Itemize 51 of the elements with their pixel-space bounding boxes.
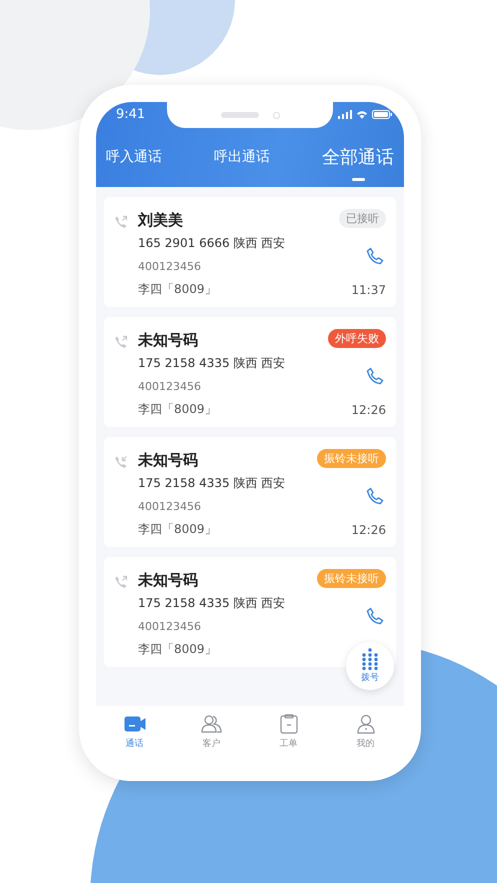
line-number: 400123456 (138, 620, 202, 633)
call-card[interactable]: 刘美美 165 2901 6666 陕西 西安 400123456 李四「8009」 已接听 11:37 (104, 197, 396, 307)
nav-item[interactable]: 工单 (272, 714, 306, 750)
tab-indicator (352, 178, 365, 180)
caller-name: 刘美美 (138, 211, 184, 230)
nav-item[interactable]: 我的 (348, 714, 382, 750)
call-card[interactable]: 未知号码 175 2158 4335 陕西 西安 400123456 李四「8009」 振铃未接听 (104, 557, 396, 667)
tab[interactable]: 呼出通话 (214, 142, 270, 172)
line-number: 400123456 (138, 260, 202, 273)
phone-icon[interactable] (366, 246, 384, 264)
tab[interactable]: 呼入通话 (106, 142, 162, 172)
camera-icon (272, 112, 280, 118)
phone-number: 175 2158 4335 陕西 西安 (138, 475, 286, 492)
phone-number: 175 2158 4335 陕西 西安 (138, 595, 286, 612)
tab[interactable]: 全部通话 (322, 138, 394, 174)
signal-icon (338, 110, 352, 118)
phone-number: 165 2901 6666 陕西 西安 (138, 235, 286, 252)
wifi-icon (356, 110, 368, 118)
agent-label: 李四「8009」 (138, 401, 218, 418)
status-badge: 已接听 (339, 209, 386, 228)
agent-label: 李四「8009」 (138, 521, 218, 538)
person-icon (354, 714, 376, 734)
battery-icon (372, 110, 392, 118)
caller-name: 未知号码 (138, 331, 199, 350)
status-badge: 外呼失败 (328, 329, 386, 348)
call-time: 12:26 (351, 403, 386, 417)
video-icon (124, 714, 146, 734)
line-number: 400123456 (138, 380, 202, 393)
status-badge: 振铃未接听 (317, 449, 386, 468)
nav-item[interactable]: 通话 (118, 714, 152, 750)
nav-item[interactable]: 客户 (194, 714, 228, 750)
line-number: 400123456 (138, 500, 202, 513)
phone-icon[interactable] (366, 486, 384, 504)
keypad-icon (361, 648, 379, 670)
agent-label: 李四「8009」 (138, 641, 218, 658)
speaker-icon (220, 112, 258, 118)
people-icon (200, 714, 222, 734)
call-card[interactable]: 未知号码 175 2158 4335 陕西 西安 400123456 李四「8009」 振铃未接听 12:26 (104, 437, 396, 547)
call-time: 11:37 (351, 283, 386, 297)
dial-button[interactable]: 拨号 (346, 642, 394, 690)
call-card[interactable]: 未知号码 175 2158 4335 陕西 西安 400123456 李四「8009」 外呼失败 12:26 (104, 317, 396, 427)
clipboard-icon (278, 714, 300, 734)
agent-label: 李四「8009」 (138, 281, 218, 298)
phone-icon[interactable] (366, 366, 384, 384)
call-time: 12:26 (351, 523, 386, 537)
phone-number: 175 2158 4335 陕西 西安 (138, 355, 286, 372)
status-badge: 振铃未接听 (317, 569, 386, 588)
status-time: 9:41 (116, 106, 146, 122)
phone-icon[interactable] (366, 606, 384, 624)
caller-name: 未知号码 (138, 571, 199, 590)
caller-name: 未知号码 (138, 451, 199, 470)
